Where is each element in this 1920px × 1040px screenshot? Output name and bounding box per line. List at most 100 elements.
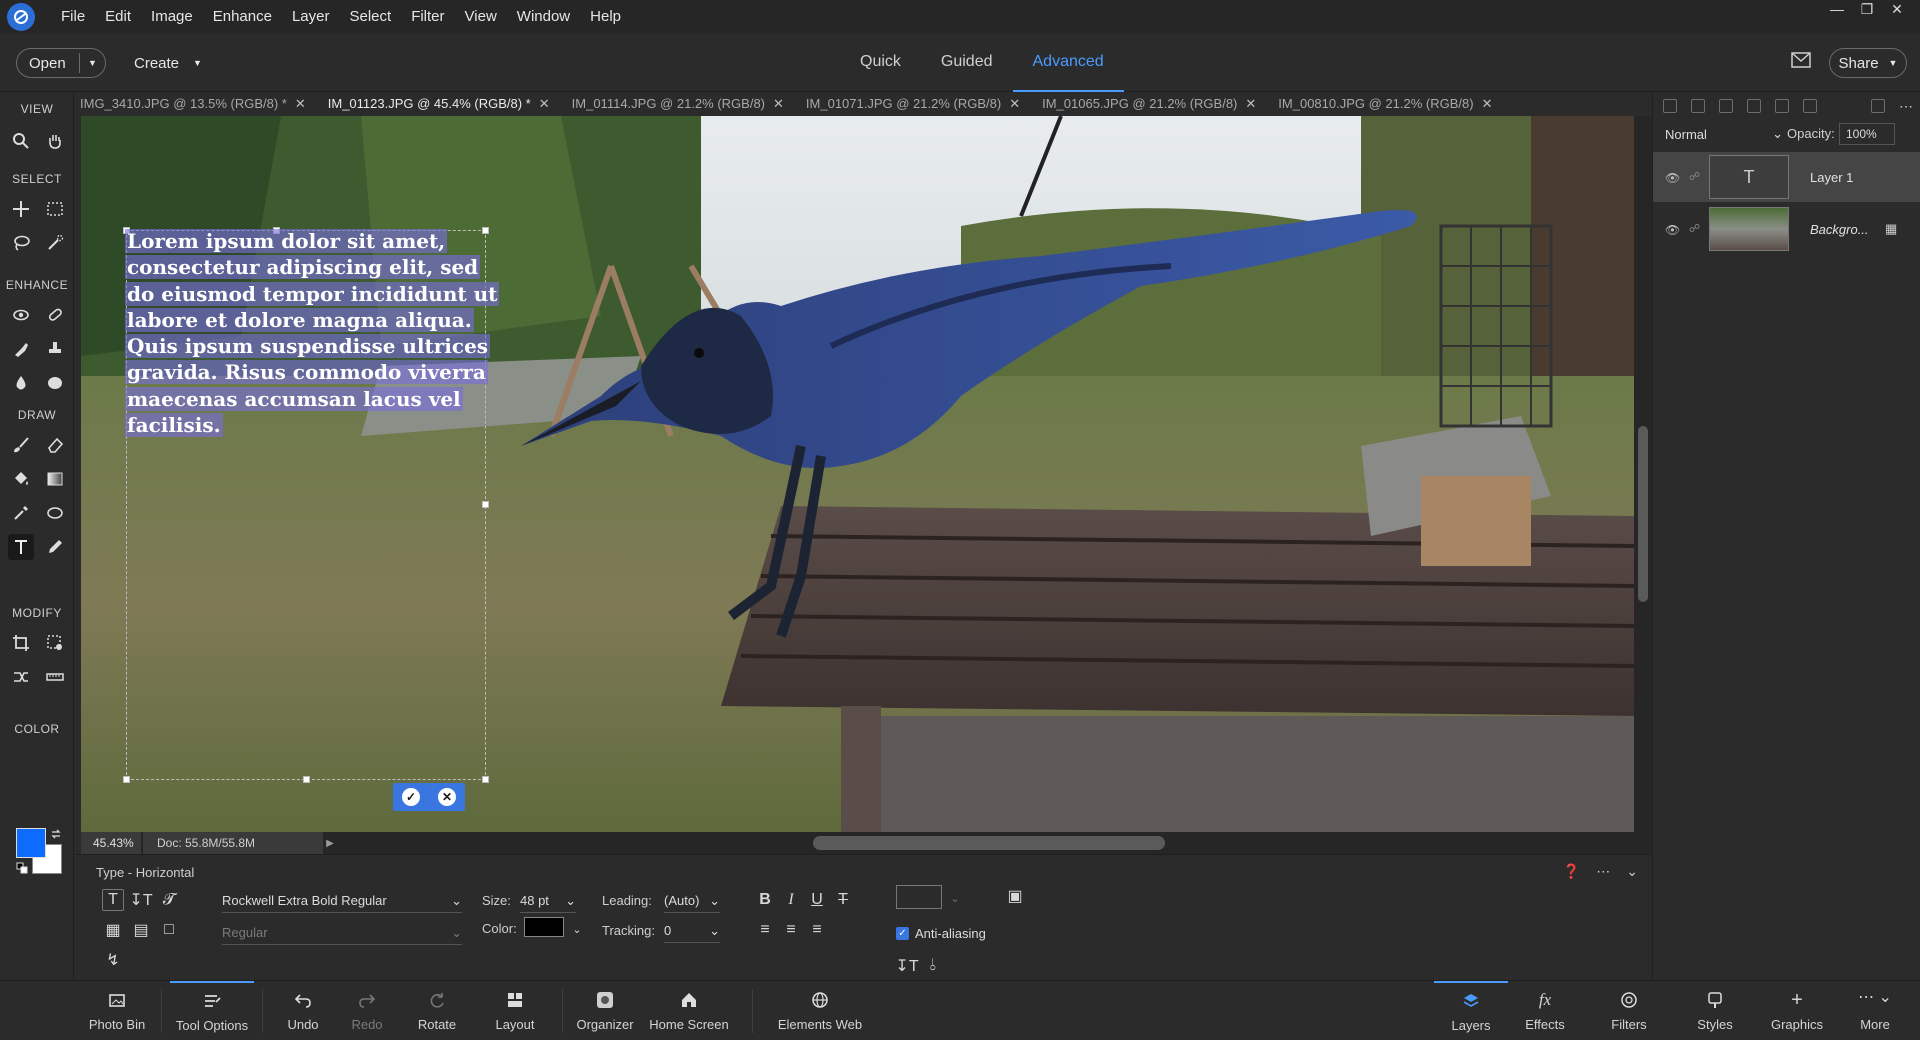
doc-tab[interactable]: IM_01114.JPG @ 21.2% (RGB/8) ✕ <box>572 92 795 116</box>
text-on-path-icon[interactable]: ↯ <box>102 949 124 971</box>
scroll-thumb[interactable] <box>1638 426 1648 602</box>
lock-transparent-icon[interactable] <box>1803 99 1817 113</box>
vertical-type-mask-icon[interactable]: ▤ <box>130 919 152 941</box>
type-tool-icon[interactable] <box>8 534 34 560</box>
close-icon[interactable]: ✕ <box>1245 92 1256 116</box>
more-options-icon[interactable]: ⋯ <box>1899 98 1913 115</box>
type-mask-icon[interactable]: 𝓣 <box>158 889 180 911</box>
opacity-input[interactable]: 100% <box>1839 123 1895 145</box>
layer-row[interactable]: 👁 ☍ Backgro... ▦ <box>1653 204 1920 254</box>
doc-tab[interactable]: IM_01071.JPG @ 21.2% (RGB/8) ✕ <box>806 92 1031 116</box>
font-size-select[interactable]: 48 pt ⌄ <box>520 889 576 913</box>
visibility-eye-icon[interactable]: 👁 <box>1665 171 1681 185</box>
ellipse-shape-tool-icon[interactable] <box>42 500 68 526</box>
bold-icon[interactable]: B <box>754 889 776 911</box>
layout-button[interactable]: Layout <box>484 981 546 1040</box>
lasso-tool-icon[interactable] <box>8 230 34 256</box>
doc-tab[interactable]: IM_00810.JPG @ 21.2% (RGB/8) ✕ <box>1278 92 1503 116</box>
photo-bin-button[interactable]: Photo Bin <box>80 981 154 1040</box>
organizer-button[interactable]: Organizer <box>572 981 638 1040</box>
brush-tool-icon[interactable] <box>8 432 34 458</box>
leading-select[interactable]: (Auto) ⌄ <box>664 889 720 913</box>
doc-tab[interactable]: IM_01065.JPG @ 21.2% (RGB/8) ✕ <box>1042 92 1267 116</box>
italic-icon[interactable]: I <box>780 889 802 911</box>
red-eye-tool-icon[interactable] <box>8 302 34 328</box>
align-center-icon[interactable]: ≡ <box>780 919 802 941</box>
hand-tool-icon[interactable] <box>42 128 68 154</box>
styles-button[interactable]: Styles <box>1682 981 1748 1040</box>
menu-filter[interactable]: Filter <box>401 0 454 34</box>
help-icon[interactable]: ❓ <box>1563 863 1580 880</box>
horizontal-scroll-thumb[interactable] <box>813 836 1165 850</box>
rotate-button[interactable]: Rotate <box>404 981 470 1040</box>
layer-row[interactable]: 👁 ☍ T Layer 1 <box>1653 152 1920 202</box>
close-icon[interactable]: ✕ <box>773 92 784 116</box>
quick-selection-tool-icon[interactable] <box>42 230 68 256</box>
open-button[interactable]: Open ▼ <box>16 48 106 78</box>
close-icon[interactable]: ✕ <box>295 92 306 116</box>
font-style-select[interactable]: Regular ⌄ <box>222 921 462 945</box>
layers-button[interactable]: Layers <box>1434 981 1508 1040</box>
chevron-down-icon[interactable]: ▼ <box>80 58 105 68</box>
horizontal-type-mask-icon[interactable]: ▦ <box>102 919 124 941</box>
move-tool-icon[interactable] <box>8 196 34 222</box>
effects-button[interactable]: fx Effects <box>1512 981 1578 1040</box>
redo-button[interactable]: Redo <box>336 981 398 1040</box>
close-icon[interactable]: ✕ <box>1009 92 1020 116</box>
blend-mode-select[interactable]: Normal ⌄ <box>1665 123 1783 145</box>
share-button[interactable]: Share ▼ <box>1829 48 1907 78</box>
trash-icon[interactable] <box>1871 99 1885 113</box>
resize-handle[interactable] <box>123 776 130 783</box>
menu-help[interactable]: Help <box>580 0 631 34</box>
resize-handle[interactable] <box>482 501 489 508</box>
menu-select[interactable]: Select <box>339 0 401 34</box>
chevron-down-icon[interactable]: ⌄ <box>566 918 588 940</box>
tab-guided[interactable]: Guided <box>921 34 1013 92</box>
link-icon[interactable]: ☍ <box>1689 170 1700 184</box>
mail-icon[interactable] <box>1791 52 1811 68</box>
align-left-icon[interactable]: ≡ <box>754 919 776 941</box>
minimize-icon[interactable]: — <box>1822 0 1852 18</box>
resize-handle[interactable] <box>303 776 310 783</box>
eyedropper-tool-icon[interactable] <box>8 500 34 526</box>
smart-brush-tool-icon[interactable] <box>8 336 34 362</box>
recompose-tool-icon[interactable] <box>42 630 68 656</box>
add-mask-icon[interactable] <box>1747 99 1761 113</box>
zoom-level[interactable]: 45.43% <box>81 832 141 854</box>
type-layer-text[interactable]: Lorem ipsum dolor sit amet, consectetur … <box>125 228 500 438</box>
image-canvas[interactable]: Lorem ipsum dolor sit amet, consectetur … <box>81 116 1634 832</box>
text-on-shape-icon[interactable]: □ <box>158 919 180 941</box>
vertical-scrollbar[interactable] <box>1634 116 1652 832</box>
toggle-orientation-icon[interactable]: ↧T <box>895 955 918 977</box>
marquee-tool-icon[interactable] <box>42 196 68 222</box>
doc-tab-active[interactable]: IM_01123.JPG @ 45.4% (RGB/8) * ✕ <box>328 92 561 116</box>
straighten-tool-icon[interactable] <box>42 664 68 690</box>
menu-image[interactable]: Image <box>141 0 203 34</box>
menu-window[interactable]: Window <box>507 0 580 34</box>
chevron-down-icon[interactable]: ⌄ <box>1626 863 1638 880</box>
layer-lock-icon[interactable]: ▦ <box>1885 221 1897 237</box>
pencil-tool-icon[interactable] <box>42 534 68 560</box>
visibility-eye-icon[interactable]: 👁 <box>1665 223 1681 237</box>
paint-bucket-tool-icon[interactable] <box>8 466 34 492</box>
gradient-tool-icon[interactable] <box>42 466 68 492</box>
zoom-tool-icon[interactable] <box>8 128 34 154</box>
link-icon[interactable]: ☍ <box>1689 222 1700 236</box>
restore-icon[interactable]: ❐ <box>1852 0 1882 18</box>
eraser-tool-icon[interactable] <box>42 432 68 458</box>
strikethrough-icon[interactable]: T <box>832 889 854 911</box>
underline-icon[interactable]: U <box>806 889 828 911</box>
home-screen-button[interactable]: Home Screen <box>646 981 732 1040</box>
adjustment-layer-icon[interactable] <box>1719 99 1733 113</box>
tool-options-button[interactable]: Tool Options <box>170 981 254 1040</box>
more-button[interactable]: ⋯ ⌄ More <box>1842 981 1908 1040</box>
cancel-icon[interactable]: ✕ <box>438 788 456 806</box>
lock-icon[interactable] <box>1775 99 1789 113</box>
chevron-down-icon[interactable]: ⌄ <box>944 887 966 909</box>
blur-tool-icon[interactable] <box>8 370 34 396</box>
align-right-icon[interactable]: ≡ <box>806 919 828 941</box>
close-icon[interactable]: ✕ <box>539 92 550 116</box>
tab-advanced[interactable]: Advanced <box>1012 34 1124 92</box>
graphics-button[interactable]: + Graphics <box>1762 981 1832 1040</box>
text-settings-icon[interactable]: ▣ <box>1004 885 1026 907</box>
